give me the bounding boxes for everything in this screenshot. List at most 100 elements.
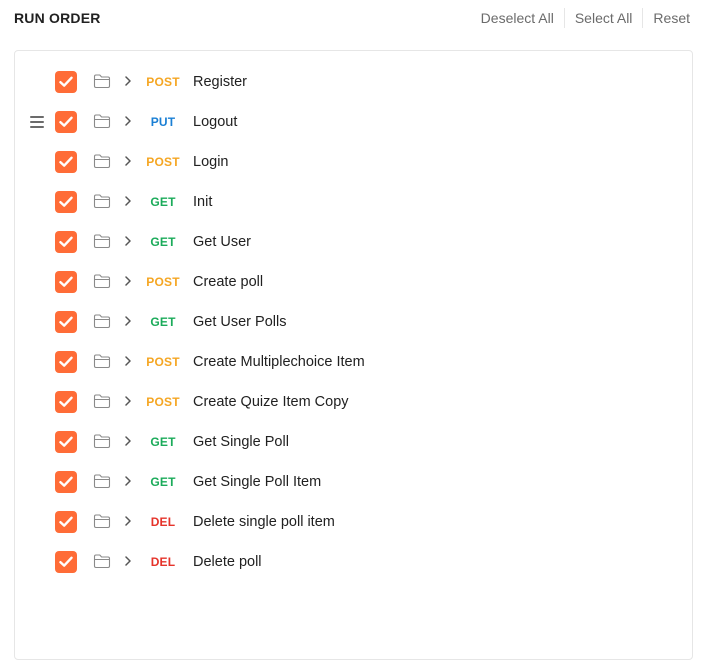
request-row[interactable]: POST Register (15, 62, 692, 102)
request-checkbox[interactable] (55, 271, 77, 293)
chevron-right-icon[interactable] (123, 234, 133, 248)
checkmark-icon (59, 436, 73, 447)
request-method-label: POST (146, 395, 180, 409)
request-row[interactable]: POST Login (15, 142, 692, 182)
request-method-label: GET (150, 195, 176, 209)
checkmark-icon (59, 356, 73, 367)
request-checkbox[interactable] (55, 71, 77, 93)
request-name: Login (193, 154, 229, 170)
chevron-right-icon[interactable] (123, 354, 133, 368)
chevron-right-icon[interactable] (123, 474, 133, 488)
checkmark-icon (59, 236, 73, 247)
request-name: Logout (193, 114, 238, 130)
request-method-label: POST (146, 155, 180, 169)
request-checkbox[interactable] (55, 191, 77, 213)
request-checkbox[interactable] (55, 111, 77, 133)
select-all-button[interactable]: Select All (563, 8, 643, 28)
request-row[interactable]: GET Init (15, 182, 692, 222)
folder-icon (93, 234, 111, 249)
request-name: Delete single poll item (193, 514, 335, 530)
run-order-header: RUN ORDER Deselect All Select All Reset (14, 0, 690, 36)
request-name: Delete poll (193, 554, 262, 570)
request-name: Create Multiplechoice Item (193, 354, 365, 370)
header-actions: Deselect All Select All Reset (471, 8, 690, 28)
request-row[interactable]: POST Create Quize Item Copy (15, 382, 692, 422)
chevron-right-icon[interactable] (123, 194, 133, 208)
request-name: Init (193, 194, 213, 210)
chevron-right-icon[interactable] (123, 274, 133, 288)
chevron-right-icon[interactable] (123, 394, 133, 408)
request-method-label: POST (146, 75, 180, 89)
request-method-label: GET (150, 475, 176, 489)
folder-icon (93, 74, 111, 89)
request-list: POST Register PUT Logout POST Login GET … (15, 62, 692, 582)
chevron-right-icon[interactable] (123, 314, 133, 328)
folder-icon (93, 314, 111, 329)
checkmark-icon (59, 76, 73, 87)
request-row[interactable]: DEL Delete single poll item (15, 502, 692, 542)
run-order-panel: POST Register PUT Logout POST Login GET … (14, 50, 693, 660)
chevron-right-icon[interactable] (123, 154, 133, 168)
request-name: Get User (193, 234, 252, 250)
request-method-label: DEL (150, 515, 176, 529)
request-method-label: DEL (150, 555, 176, 569)
checkmark-icon (59, 156, 73, 167)
folder-icon (93, 154, 111, 169)
request-row[interactable]: DEL Delete poll (15, 542, 692, 582)
checkmark-icon (59, 196, 73, 207)
chevron-right-icon[interactable] (123, 114, 133, 128)
folder-icon (93, 394, 111, 409)
folder-icon (93, 274, 111, 289)
drag-handle-icon[interactable] (30, 116, 44, 128)
folder-icon (93, 514, 111, 529)
request-method-label: GET (150, 315, 176, 329)
request-method-label: POST (146, 275, 180, 289)
request-checkbox[interactable] (55, 471, 77, 493)
folder-icon (93, 434, 111, 449)
request-checkbox[interactable] (55, 391, 77, 413)
request-row[interactable]: GET Get Single Poll (15, 422, 692, 462)
folder-icon (93, 554, 111, 569)
request-checkbox[interactable] (55, 511, 77, 533)
request-name: Get User Polls (193, 314, 287, 330)
request-name: Get Single Poll (193, 434, 289, 450)
request-row[interactable]: GET Get User Polls (15, 302, 692, 342)
request-checkbox[interactable] (55, 311, 77, 333)
request-row[interactable]: GET Get Single Poll Item (15, 462, 692, 502)
request-checkbox[interactable] (55, 151, 77, 173)
request-method-label: PUT (150, 115, 176, 129)
checkmark-icon (59, 316, 73, 327)
folder-icon (93, 114, 111, 129)
checkmark-icon (59, 556, 73, 567)
request-row[interactable]: PUT Logout (15, 102, 692, 142)
checkmark-icon (59, 396, 73, 407)
folder-icon (93, 354, 111, 369)
request-name: Create poll (193, 274, 264, 290)
run-order-title: RUN ORDER (14, 10, 101, 26)
folder-icon (93, 474, 111, 489)
checkmark-icon (59, 116, 73, 127)
checkmark-icon (59, 276, 73, 287)
request-row[interactable]: POST Create Multiplechoice Item (15, 342, 692, 382)
request-method-label: GET (150, 435, 176, 449)
chevron-right-icon[interactable] (123, 514, 133, 528)
reset-button[interactable]: Reset (642, 8, 690, 28)
checkmark-icon (59, 476, 73, 487)
deselect-all-button[interactable]: Deselect All (471, 8, 564, 28)
chevron-right-icon[interactable] (123, 554, 133, 568)
request-row[interactable]: GET Get User (15, 222, 692, 262)
chevron-right-icon[interactable] (123, 434, 133, 448)
request-row[interactable]: POST Create poll (15, 262, 692, 302)
folder-icon (93, 194, 111, 209)
request-checkbox[interactable] (55, 431, 77, 453)
request-checkbox[interactable] (55, 551, 77, 573)
request-checkbox[interactable] (55, 231, 77, 253)
checkmark-icon (59, 516, 73, 527)
request-method-label: GET (150, 235, 176, 249)
request-checkbox[interactable] (55, 351, 77, 373)
request-name: Get Single Poll Item (193, 474, 322, 490)
request-name: Create Quize Item Copy (193, 394, 349, 410)
chevron-right-icon[interactable] (123, 74, 133, 88)
request-method-label: POST (146, 355, 180, 369)
request-name: Register (193, 74, 247, 90)
